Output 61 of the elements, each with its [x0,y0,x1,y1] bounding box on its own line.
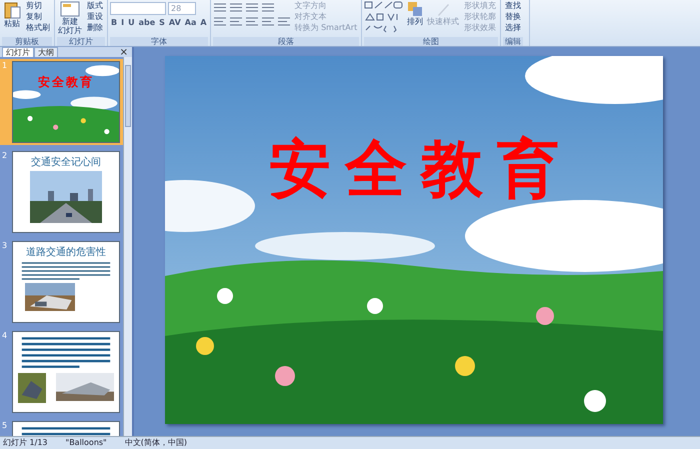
ribbon-button[interactable]: 剪切 [24,0,52,11]
align-icon[interactable] [260,16,275,27]
slide-number: 5 [2,421,8,432]
group-label: 绘图 [364,37,498,46]
align-icon[interactable] [244,16,259,27]
large-button[interactable]: 新建 幻灯片 [57,0,83,36]
list-icon[interactable] [212,2,227,13]
align-icon[interactable] [228,16,243,27]
large-button[interactable]: 粘贴 [2,0,22,29]
ribbon-button[interactable]: 删除 [85,22,105,33]
slide-number: 3 [2,241,8,252]
slide-number: 1 [2,61,8,72]
thumbnail-title: 交通安全记心间 [30,156,101,169]
group-label: 剪贴板 [2,37,52,46]
list-icon[interactable] [228,2,243,13]
arrange-icon [407,1,424,17]
clipboard-icon [3,1,21,19]
panel-tab[interactable]: 大纲 [34,47,58,57]
ribbon-button[interactable]: 查找 [503,0,524,11]
ribbon-button[interactable]: 重设 [85,11,105,22]
font-name-field[interactable] [110,2,166,15]
font-size-field[interactable]: 28 [168,2,196,15]
group-label: 幻灯片 [57,37,105,46]
format-button[interactable]: AV [168,18,182,27]
slide-title: 安全教育 [268,134,573,204]
align-icon[interactable] [212,16,227,27]
status-text: 中文(简体，中国) [124,437,187,449]
format-button[interactable]: abe [138,18,156,27]
new-slide-icon [60,1,80,17]
close-icon[interactable]: × [120,48,132,57]
list-icon[interactable] [244,2,259,13]
format-button[interactable]: I [120,18,126,27]
button-label: 粘贴 [4,19,20,28]
group-label: 编辑 [503,37,524,46]
shape-gallery-drawing[interactable] [364,0,404,34]
ribbon-button[interactable]: 选择 [503,22,524,33]
format-button[interactable]: B [110,18,118,27]
button-label: 新建 [62,17,78,26]
slide-number: 2 [2,151,8,162]
group-label: 段落 [212,37,360,46]
thumbnail-title: 道路交通的危害性 [26,246,106,259]
ribbon-button[interactable]: 复制 [24,11,52,22]
panel-tab[interactable]: 幻灯片 [2,47,34,57]
format-button[interactable]: S [158,18,166,27]
group-label: 字体 [110,37,208,46]
align-icon[interactable] [276,16,291,27]
arrange-button[interactable]: 排列 [406,0,424,27]
format-button[interactable]: U [127,18,136,27]
status-text: "Balloons" [66,437,107,449]
scrollbar[interactable] [123,57,132,436]
ribbon-button[interactable]: 格式刷 [24,22,52,33]
slide-number: 4 [2,331,8,342]
thumbnail-title: 安全教育 [38,74,94,91]
list-icon[interactable] [260,2,275,13]
status-text: 幻灯片 1/13 [3,437,48,449]
brush-icon [435,1,452,17]
ribbon-button[interactable]: 版式 [85,0,105,11]
format-button[interactable]: Aa [184,18,198,27]
format-button[interactable]: A [199,18,208,27]
ribbon-button[interactable]: 替换 [503,11,524,22]
button-label: 幻灯片 [58,26,82,35]
